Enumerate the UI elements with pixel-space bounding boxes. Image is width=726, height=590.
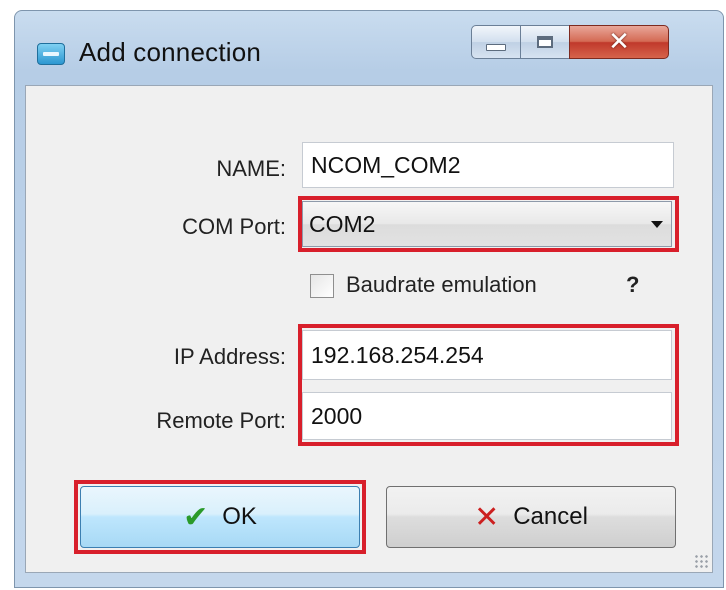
close-icon: ✕ <box>608 27 630 57</box>
minimize-icon <box>486 43 506 51</box>
app-icon <box>37 43 65 65</box>
chevron-down-icon <box>651 221 663 228</box>
dialog-body: NAME: NCOM_COM2 COM Port: COM2 Baudrate … <box>25 85 713 573</box>
baudrate-emulation-checkbox[interactable] <box>310 274 334 298</box>
name-input-value: NCOM_COM2 <box>311 151 461 178</box>
ip-address-input[interactable]: 192.168.254.254 <box>302 330 672 380</box>
x-icon: ✕ <box>474 499 500 535</box>
window-title: Add connection <box>79 37 262 67</box>
name-label: NAME: <box>216 156 286 181</box>
ok-button[interactable]: ✔ OK <box>80 486 360 548</box>
ip-address-value: 192.168.254.254 <box>311 341 484 368</box>
remote-port-label: Remote Port: <box>156 408 286 433</box>
help-link[interactable]: ? <box>626 272 639 298</box>
title-bar[interactable]: Add connection ✕ <box>15 11 723 83</box>
resize-grip[interactable] <box>694 554 708 568</box>
add-connection-dialog: Add connection ✕ NAME: NCOM_COM2 COM Por… <box>14 10 724 588</box>
check-icon: ✔ <box>183 499 209 535</box>
name-input[interactable]: NCOM_COM2 <box>302 142 674 188</box>
remote-port-input[interactable]: 2000 <box>302 392 672 440</box>
minimize-button[interactable] <box>471 25 521 59</box>
cancel-button[interactable]: ✕ Cancel <box>386 486 676 548</box>
maximize-icon <box>537 36 553 48</box>
baudrate-emulation-label: Baudrate emulation <box>346 272 537 297</box>
cancel-button-label: Cancel <box>513 503 588 530</box>
remote-port-value: 2000 <box>311 402 363 429</box>
com-port-select[interactable]: COM2 <box>302 201 672 247</box>
com-port-label: COM Port: <box>182 214 286 239</box>
com-port-selected-value: COM2 <box>309 210 376 237</box>
ok-button-label: OK <box>222 503 257 530</box>
maximize-button[interactable] <box>520 25 570 59</box>
close-button[interactable]: ✕ <box>569 25 669 59</box>
ip-address-label: IP Address: <box>173 344 286 369</box>
